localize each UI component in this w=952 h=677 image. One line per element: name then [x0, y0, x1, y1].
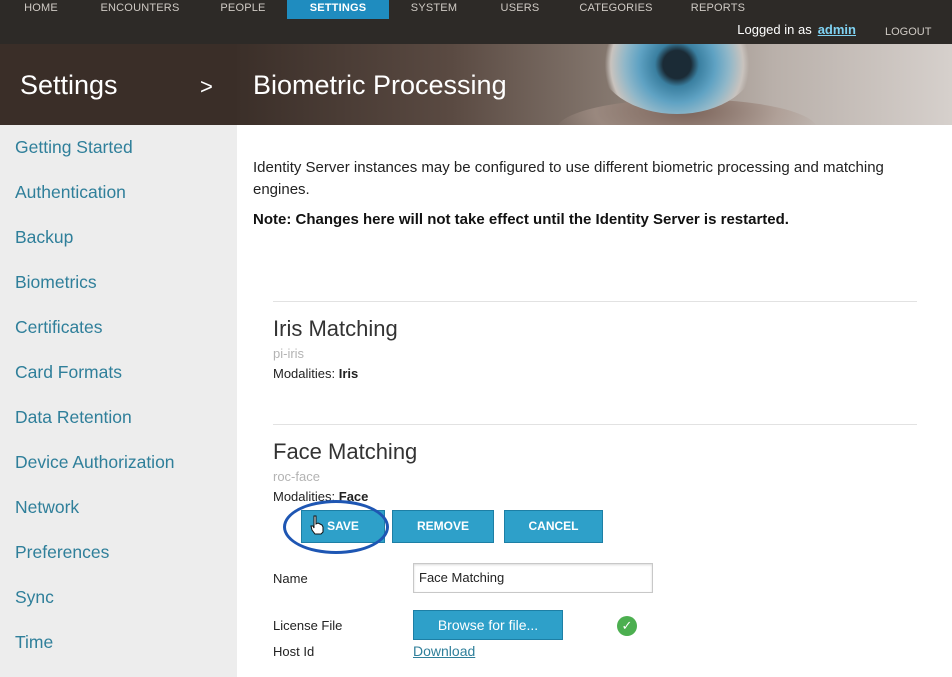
- breadcrumb-separator: >: [200, 74, 213, 99]
- logged-in-label: Logged in as: [737, 22, 812, 37]
- license-file-label: License File: [273, 618, 343, 633]
- cancel-button[interactable]: CANCEL: [504, 510, 603, 543]
- section-divider: [273, 424, 917, 425]
- engine-title-face: Face Matching: [273, 439, 418, 464]
- sidebar-item-backup[interactable]: Backup: [15, 227, 73, 248]
- host-id-label: Host Id: [273, 644, 315, 659]
- hand-cursor-icon: [310, 515, 324, 535]
- intro-text: Identity Server instances may be configu…: [253, 159, 884, 198]
- sidebar-item-preferences[interactable]: Preferences: [15, 542, 109, 563]
- nav-system[interactable]: SYSTEM: [397, 0, 471, 18]
- engine-id-face: roc-face: [273, 469, 320, 484]
- username-link[interactable]: admin: [818, 22, 856, 37]
- sidebar-item-certificates[interactable]: Certificates: [15, 317, 103, 338]
- sidebar-item-device-authorization[interactable]: Device Authorization: [15, 452, 175, 473]
- modalities-value: Iris: [338, 366, 359, 381]
- name-input[interactable]: Face Matching: [413, 563, 653, 593]
- sidebar-item-data-retention[interactable]: Data Retention: [15, 407, 132, 428]
- page-header: Settings > Biometric Processing: [0, 44, 952, 125]
- header-banner-image: Biometric Processing: [237, 44, 952, 125]
- logout-link[interactable]: LOGOUT: [885, 26, 931, 38]
- sidebar-item-authentication[interactable]: Authentication: [15, 182, 126, 203]
- nav-people[interactable]: PEOPLE: [204, 0, 282, 18]
- login-status: Logged in as admin: [737, 22, 856, 37]
- sidebar-item-biometrics[interactable]: Biometrics: [15, 272, 97, 293]
- section-header: Settings >: [0, 44, 237, 125]
- check-circle-icon: ✓: [617, 616, 637, 636]
- engine-title-iris: Iris Matching: [273, 316, 398, 341]
- modalities-label: Modalities:: [273, 366, 336, 381]
- nav-reports[interactable]: REPORTS: [680, 0, 756, 18]
- nav-settings[interactable]: SETTINGS: [287, 0, 389, 19]
- remove-button[interactable]: REMOVE: [392, 510, 494, 543]
- engine-modalities-iris: Modalities: Iris: [273, 366, 358, 381]
- name-label: Name: [273, 571, 308, 586]
- nav-users[interactable]: USERS: [484, 0, 556, 18]
- highlight-ring: [283, 500, 389, 554]
- nav-home[interactable]: HOME: [4, 0, 78, 18]
- sidebar-item-time[interactable]: Time: [15, 632, 53, 653]
- sidebar-item-getting-started[interactable]: Getting Started: [15, 137, 133, 158]
- section-title: Settings: [20, 70, 118, 100]
- sidebar-item-card-formats[interactable]: Card Formats: [15, 362, 122, 383]
- sidebar-item-sync[interactable]: Sync: [15, 587, 54, 608]
- nav-categories[interactable]: CATEGORIES: [572, 0, 660, 18]
- engine-id-iris: pi-iris: [273, 346, 305, 361]
- page-title: Biometric Processing: [253, 70, 507, 100]
- restart-note: Note: Changes here will not take effect …: [253, 211, 789, 228]
- nav-encounters[interactable]: ENCOUNTERS: [92, 0, 188, 18]
- download-link[interactable]: Download: [413, 643, 475, 659]
- top-navigation: HOME ENCOUNTERS PEOPLE SETTINGS SYSTEM U…: [0, 0, 952, 44]
- sidebar-item-network[interactable]: Network: [15, 497, 79, 518]
- section-divider: [273, 301, 917, 302]
- settings-sidebar: Getting Started Authentication Backup Bi…: [0, 125, 237, 677]
- browse-file-button[interactable]: Browse for file...: [413, 610, 563, 640]
